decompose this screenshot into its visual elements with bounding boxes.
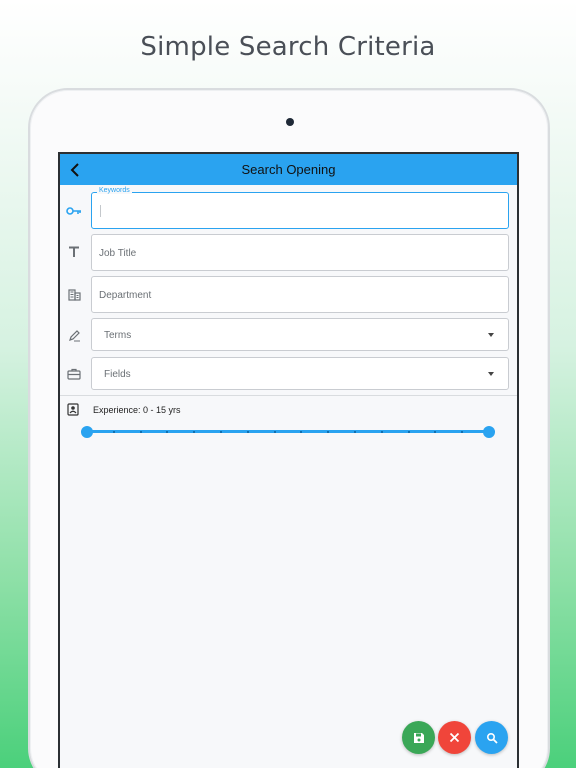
save-button[interactable] [402, 721, 435, 754]
slider-tick [139, 430, 142, 433]
slider-tick [246, 430, 249, 433]
app-screen: Search Opening Keywords Job Title Depart… [58, 152, 519, 768]
job-title-input[interactable]: Job Title [91, 234, 509, 271]
job-title-placeholder: Job Title [99, 248, 137, 259]
slider-tick [380, 430, 383, 433]
section-divider [60, 395, 517, 396]
department-row: Department [60, 276, 517, 313]
text-icon [66, 244, 82, 260]
terms-row: Terms [60, 318, 517, 351]
pen-icon [66, 327, 82, 343]
keywords-floating-label: Keywords [97, 187, 132, 194]
fields-placeholder: Fields [104, 369, 131, 380]
slider-tick [407, 430, 410, 433]
experience-range-slider[interactable] [81, 424, 495, 440]
slider-tick [461, 430, 464, 433]
marketing-headline: Simple Search Criteria [140, 32, 436, 62]
slider-track [81, 430, 495, 433]
key-icon [66, 203, 82, 219]
fields-row: Fields [60, 357, 517, 390]
slider-tick [354, 430, 356, 433]
search-button[interactable] [475, 721, 508, 754]
keywords-field[interactable]: Keywords [91, 187, 509, 229]
keywords-row: Keywords [60, 187, 517, 229]
chevron-down-icon [488, 372, 494, 376]
slider-tick [166, 430, 169, 433]
slider-thumb-max[interactable] [483, 425, 495, 438]
briefcase-icon [66, 366, 82, 382]
slider-thumb-min[interactable] [81, 425, 93, 438]
slider-tick [300, 430, 303, 433]
clear-button[interactable] [438, 721, 471, 754]
text-cursor [100, 205, 101, 217]
page-title: Search Opening [241, 162, 336, 177]
save-icon [413, 732, 424, 743]
job-title-row: Job Title [60, 234, 517, 271]
chevron-down-icon [488, 333, 494, 337]
terms-placeholder: Terms [104, 330, 132, 341]
close-icon [449, 732, 460, 743]
slider-tick [327, 430, 330, 433]
department-input[interactable]: Department [91, 276, 509, 313]
department-placeholder: Department [99, 290, 152, 301]
fields-select[interactable]: Fields [91, 357, 509, 390]
slider-tick [434, 430, 437, 433]
app-bar: Search Opening [60, 154, 517, 185]
slider-tick [273, 430, 276, 433]
contact-card-icon [67, 403, 81, 417]
experience-label: Experience: 0 - 15 yrs [93, 405, 181, 415]
slider-tick [112, 430, 115, 433]
slider-tick [193, 430, 196, 433]
terms-select[interactable]: Terms [91, 318, 509, 351]
building-icon [66, 287, 82, 303]
slider-tick [220, 430, 222, 433]
search-icon [486, 732, 498, 744]
camera-dot [286, 118, 294, 126]
